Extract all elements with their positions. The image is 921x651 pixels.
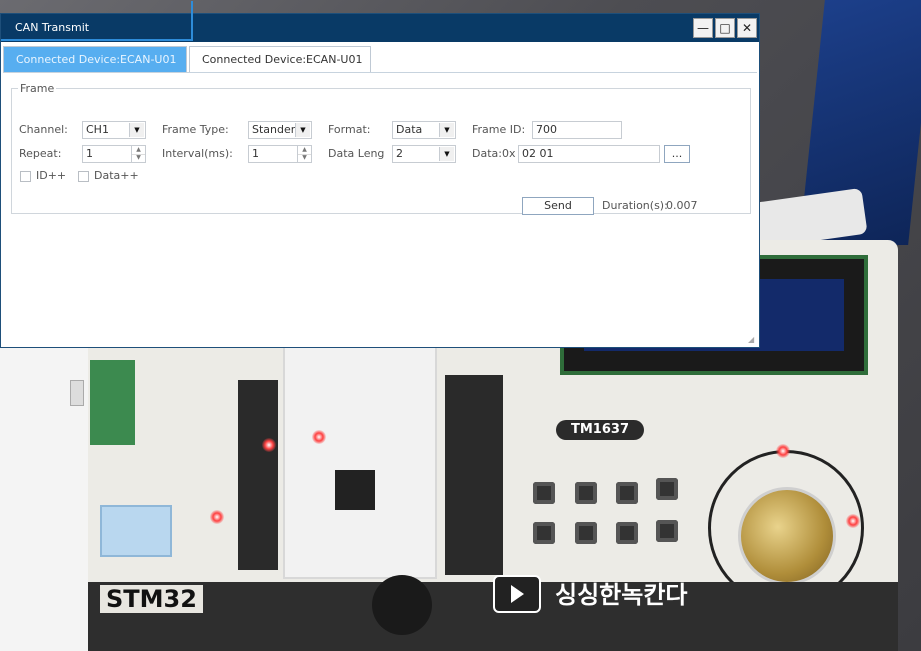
frame-legend: Frame	[20, 82, 55, 95]
close-button[interactable]: ✕	[737, 18, 757, 38]
tm1637-label: TM1637	[556, 420, 644, 440]
channel-select[interactable]: CH1 ▼	[82, 121, 146, 139]
chevron-down-icon: ▼	[129, 123, 144, 137]
board-banner-text: 싱싱한녹칸다	[555, 581, 688, 609]
data-increment-checkbox[interactable]	[78, 171, 89, 182]
red-led	[312, 430, 326, 444]
interval-spin[interactable]: ▲ ▼	[297, 146, 311, 162]
tact-button	[533, 522, 555, 544]
rotary-knob	[738, 487, 836, 585]
tact-button	[616, 482, 638, 504]
data-length-select[interactable]: 2 ▼	[392, 145, 456, 163]
format-select[interactable]: Data ▼	[392, 121, 456, 139]
background-scrollbar-thumb	[70, 380, 84, 406]
nucleo-board	[283, 345, 437, 579]
mcu-chip	[335, 470, 375, 510]
frame-type-select[interactable]: Stander ▼	[248, 121, 312, 139]
resize-grip-icon[interactable]: ◢	[748, 336, 756, 344]
minimize-button[interactable]: —	[693, 18, 713, 38]
youtube-icon	[493, 575, 541, 613]
tab-device-1[interactable]: Connected Device:ECAN-U01	[3, 46, 187, 72]
data-input[interactable]: 02 01	[518, 145, 660, 163]
dht-sensor	[100, 505, 172, 557]
interval-stepper[interactable]: 1 ▲ ▼	[248, 145, 312, 163]
data-browse-button[interactable]: ...	[664, 145, 690, 163]
frame-group: Frame Channel: CH1 ▼ Frame Type: Stander…	[11, 82, 751, 215]
tab-divider	[3, 72, 757, 73]
data-label: Data:0x	[472, 147, 516, 160]
tact-button	[616, 522, 638, 544]
frame-type-value: Stander	[252, 123, 296, 136]
board-shield-text: STM32	[100, 585, 203, 613]
repeat-stepper[interactable]: 1 ▲ ▼	[82, 145, 146, 163]
red-led	[846, 514, 860, 528]
focus-outline	[1, 1, 193, 41]
frame-id-label: Frame ID:	[472, 123, 526, 136]
tab-device-2[interactable]: Connected Device:ECAN-U01	[189, 46, 371, 72]
format-value: Data	[396, 123, 423, 136]
tact-button	[656, 520, 678, 542]
chevron-down-icon: ▼	[439, 123, 454, 137]
duration-value: 0.007	[666, 199, 698, 212]
interval-label: Interval(ms):	[162, 147, 233, 160]
send-button[interactable]: Send	[522, 197, 594, 215]
channel-value: CH1	[86, 123, 109, 136]
format-label: Format:	[328, 123, 371, 136]
pin-header-left	[238, 380, 278, 570]
red-led	[210, 510, 224, 524]
id-increment-label: ID++	[36, 169, 67, 182]
tact-button	[533, 482, 555, 504]
spin-down-icon[interactable]: ▼	[298, 154, 311, 162]
maximize-button[interactable]: □	[715, 18, 735, 38]
repeat-value: 1	[86, 147, 93, 160]
tact-button	[656, 478, 678, 500]
buzzer	[372, 575, 432, 635]
repeat-spin[interactable]: ▲ ▼	[131, 146, 145, 162]
tact-button	[575, 522, 597, 544]
frame-id-input[interactable]: 700	[532, 121, 622, 139]
data-length-label: Data Leng	[328, 147, 385, 160]
duration-label: Duration(s):	[602, 199, 668, 212]
can-transmit-window: CAN Transmit — □ ✕ Connected Device:ECAN…	[0, 1, 760, 348]
chevron-down-icon: ▼	[439, 147, 454, 161]
pin-header-right	[445, 375, 503, 575]
id-increment-checkbox[interactable]	[20, 171, 31, 182]
data-increment-label: Data++	[94, 169, 139, 182]
data-length-value: 2	[396, 147, 403, 160]
chevron-down-icon: ▼	[295, 123, 310, 137]
channel-label: Channel:	[19, 123, 68, 136]
interval-value: 1	[252, 147, 259, 160]
spin-down-icon[interactable]: ▼	[132, 154, 145, 162]
red-led	[776, 444, 790, 458]
tact-button	[575, 482, 597, 504]
red-led	[262, 438, 276, 452]
frame-type-label: Frame Type:	[162, 123, 229, 136]
repeat-label: Repeat:	[19, 147, 62, 160]
terminal-block	[90, 360, 135, 445]
